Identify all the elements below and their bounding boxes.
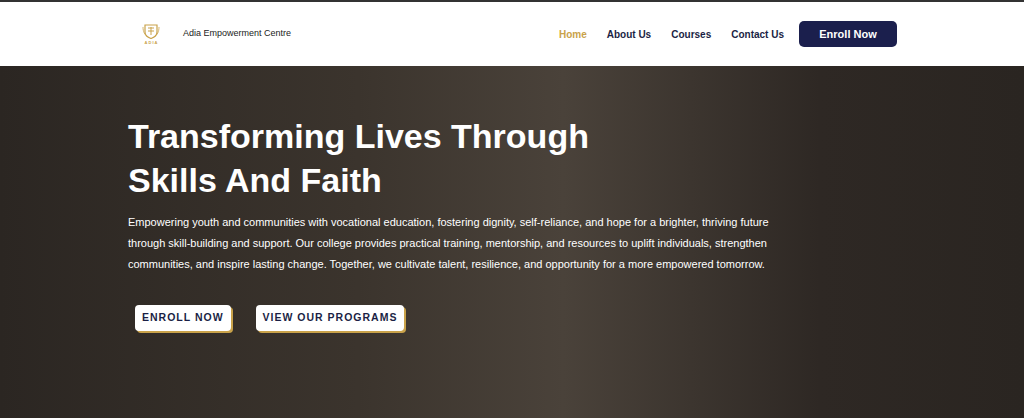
- hero-buttons: ENROLL NOW VIEW OUR PROGRAMS: [135, 305, 1024, 331]
- nav-link[interactable]: Contact Us: [731, 27, 784, 42]
- hero-button[interactable]: VIEW OUR PROGRAMS: [256, 305, 405, 331]
- nav-bar: A D I A Adia Empowerment Centre Home About …: [0, 0, 1024, 66]
- enroll-button[interactable]: Enroll Now: [799, 21, 897, 48]
- nav-link[interactable]: Home: [559, 27, 587, 42]
- logo-text: A D I A: [145, 40, 158, 45]
- brand[interactable]: A D I A Adia Empowerment Centre: [137, 23, 291, 45]
- hero: Transforming Lives Through Skills And Fa…: [0, 66, 1024, 418]
- hero-title: Transforming Lives Through Skills And Fa…: [128, 114, 638, 202]
- nav-link[interactable]: About Us: [607, 27, 651, 42]
- nav-link[interactable]: Courses: [671, 27, 711, 42]
- nav-menu: Home About Us Courses Contact Us Enroll Now: [559, 21, 897, 48]
- logo: A D I A: [137, 23, 165, 45]
- crest-icon: [142, 23, 160, 39]
- hero-button[interactable]: ENROLL NOW: [135, 305, 231, 331]
- nav-links: Home About Us Courses Contact Us: [559, 27, 784, 42]
- page: A D I A Adia Empowerment Centre Home About …: [0, 0, 1024, 418]
- brand-name: Adia Empowerment Centre: [183, 27, 291, 41]
- hero-description: Empowering youth and communities with vo…: [128, 212, 788, 275]
